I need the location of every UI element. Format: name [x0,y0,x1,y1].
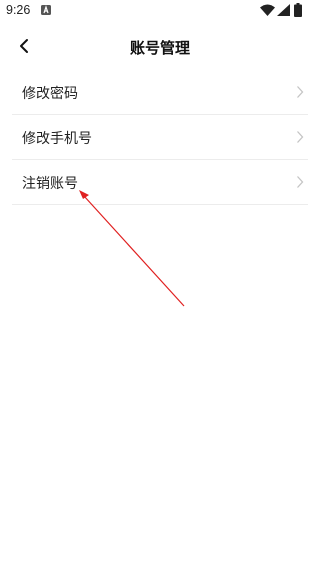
menu-list: 修改密码 修改手机号 注销账号 [12,70,308,205]
menu-item-label: 修改手机号 [22,131,92,147]
page-title: 账号管理 [129,39,190,57]
menu-item-label: 注销账号 [22,176,78,192]
header: 账号管理 [0,28,320,66]
menu-item-change-password[interactable]: 修改密码 [12,70,308,115]
status-bar: 9:26 [0,0,320,24]
wifi-icon [260,4,275,16]
chevron-right-icon [297,86,304,98]
menu-item-delete-account[interactable]: 注销账号 [12,160,308,205]
battery-icon [294,3,302,17]
status-time: 9:26 [6,3,31,17]
signal-icon [277,4,290,16]
a-letter-icon [41,5,51,15]
chevron-right-icon [297,131,304,143]
chevron-right-icon [297,176,304,188]
menu-item-label: 修改密码 [22,86,78,102]
menu-item-change-phone[interactable]: 修改手机号 [12,115,308,160]
